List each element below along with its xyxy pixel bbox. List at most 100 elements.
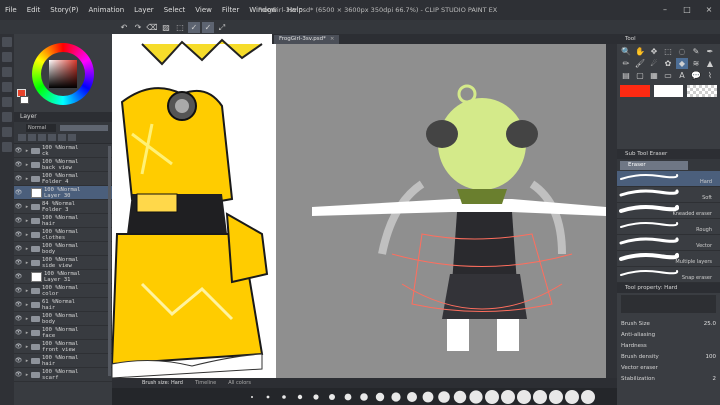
move-icon[interactable]: ✥	[648, 46, 660, 57]
tool-property-row[interactable]: Brush Size 25.0	[621, 318, 716, 329]
pencil-icon[interactable]: ✏	[620, 58, 632, 69]
expand-chevron-icon[interactable]: ▸	[23, 316, 31, 322]
visibility-eye-icon[interactable]: 👁	[14, 329, 23, 336]
new-layer-icon[interactable]	[18, 134, 26, 141]
pen-tool-icon[interactable]	[2, 82, 12, 92]
tool-property-row[interactable]: Brush density 100	[621, 351, 716, 362]
layer-row[interactable]: 👁 ▸ 84 %Normal Folder 3	[14, 200, 112, 214]
brush-size-dot[interactable]	[549, 390, 563, 404]
drawing-color-swatch[interactable]	[620, 85, 650, 97]
saturation-value-square[interactable]	[49, 60, 77, 88]
brush-size-dot[interactable]	[453, 390, 467, 404]
visibility-eye-icon[interactable]: 👁	[14, 147, 23, 154]
tool-property-row[interactable]: Vector eraser	[621, 362, 716, 373]
layer-row[interactable]: 👁 ▸ 100 %Normal Folder 4	[14, 172, 112, 186]
gradient-icon[interactable]: ▤	[620, 70, 632, 81]
marker-icon[interactable]: ✓	[202, 21, 214, 33]
visibility-eye-icon[interactable]: 👁	[14, 217, 23, 224]
marquee-icon[interactable]: ⬚	[662, 46, 674, 57]
delete-layer-icon[interactable]	[68, 134, 76, 141]
fill-icon[interactable]: ▲	[704, 58, 716, 69]
maximize-button[interactable]: □	[676, 0, 698, 18]
subtool-tab-eraser[interactable]: Eraser	[620, 161, 688, 170]
layer-row[interactable]: 👁 100 %Normal Layer 31	[14, 270, 112, 284]
brush-size-dot[interactable]	[407, 392, 417, 402]
brush-size-dot[interactable]	[533, 390, 547, 404]
canvas-vertical-scrollbar[interactable]	[606, 44, 617, 378]
menu-filter[interactable]: Filter	[217, 6, 244, 14]
pen-icon[interactable]: ✓	[188, 21, 200, 33]
text-tool-icon[interactable]	[2, 142, 12, 152]
layer-row[interactable]: 👁 ▸ 100 %Normal hair	[14, 354, 112, 368]
expand-chevron-icon[interactable]: ▸	[23, 358, 31, 364]
select-tool-icon[interactable]	[2, 67, 12, 77]
undo-icon[interactable]: ↶	[118, 22, 130, 33]
expand-chevron-icon[interactable]: ▸	[23, 218, 31, 224]
sub-color-swatch[interactable]	[20, 96, 29, 104]
layer-row[interactable]: 👁 100 %Normal Layer 30	[14, 186, 112, 200]
clip-icon[interactable]	[38, 134, 46, 141]
layer-row[interactable]: 👁 ▸ 100 %Normal face	[14, 326, 112, 340]
visibility-eye-icon[interactable]: 👁	[14, 161, 23, 168]
brush-tool-icon[interactable]	[2, 97, 12, 107]
selection-icon[interactable]: ⬚	[174, 22, 186, 33]
brush-size-dot[interactable]	[266, 395, 270, 399]
brush-size-dot[interactable]	[375, 392, 385, 402]
layer-scrollbar[interactable]	[108, 146, 111, 376]
expand-chevron-icon[interactable]: ▸	[23, 372, 31, 378]
tool-property-row[interactable]: Anti-aliasing	[621, 329, 716, 340]
expand-chevron-icon[interactable]: ▸	[23, 232, 31, 238]
minimize-button[interactable]: –	[654, 0, 676, 18]
brush-size-dot[interactable]	[581, 390, 595, 404]
visibility-eye-icon[interactable]: 👁	[14, 287, 23, 294]
zoom-icon[interactable]: 🔍	[620, 46, 632, 57]
layer-row[interactable]: 👁 ▸ 100 %Normal body	[14, 312, 112, 326]
subtool-brush-item[interactable]: Snap eraser	[617, 267, 720, 283]
blend-icon[interactable]: ≋	[690, 58, 702, 69]
brush-size-dot[interactable]	[313, 394, 319, 400]
tool-property-row[interactable]: Hardness	[621, 340, 716, 351]
brush-size-dot[interactable]	[297, 394, 303, 400]
pen-icon[interactable]: ✒	[704, 46, 716, 57]
visibility-eye-icon[interactable]: 👁	[14, 245, 23, 252]
transparent-color-swatch[interactable]	[687, 85, 718, 97]
tool-property-row[interactable]: Stabilization 2	[621, 373, 716, 384]
brush-size-dot[interactable]	[485, 390, 499, 404]
layer-row[interactable]: 👁 ▸ 61 %Normal hair	[14, 298, 112, 312]
layer-row[interactable]: 👁 ▸ 100 %Normal hair	[14, 214, 112, 228]
subtool-brush-item[interactable]: Kneaded eraser	[617, 203, 720, 219]
clear-icon[interactable]: ⌫	[146, 22, 158, 33]
opacity-slider[interactable]	[60, 125, 108, 131]
layer-row[interactable]: 👁 ▸ 100 %Normal front view	[14, 340, 112, 354]
menu-edit[interactable]: Edit	[22, 6, 46, 14]
main-canvas[interactable]	[272, 44, 606, 378]
menu-file[interactable]: File	[0, 6, 22, 14]
move-tool-icon[interactable]	[2, 37, 12, 47]
subtool-brush-item[interactable]: Multiple layers	[617, 251, 720, 267]
brush-size-dot[interactable]	[282, 395, 286, 399]
redo-icon[interactable]: ↷	[132, 22, 144, 33]
lasso-icon[interactable]: ◌	[676, 46, 688, 57]
visibility-eye-icon[interactable]: 👁	[14, 259, 23, 266]
expand-chevron-icon[interactable]: ▸	[23, 176, 31, 182]
eyedropper-icon[interactable]: ✎	[690, 46, 702, 57]
layer-row[interactable]: 👁 ▸ 100 %Normal back view	[14, 158, 112, 172]
blend-mode-select[interactable]: Normal	[26, 124, 56, 132]
brush-size-dot[interactable]	[344, 393, 352, 401]
figure-icon[interactable]: ▢	[634, 70, 646, 81]
close-button[interactable]: ×	[698, 0, 720, 18]
expand-chevron-icon[interactable]: ▸	[23, 162, 31, 168]
visibility-eye-icon[interactable]: 👁	[14, 343, 23, 350]
fill-icon[interactable]: ▨	[160, 22, 172, 33]
visibility-eye-icon[interactable]: 👁	[14, 315, 23, 322]
visibility-eye-icon[interactable]: 👁	[14, 231, 23, 238]
property-value[interactable]: 2	[713, 376, 717, 382]
subtool-brush-item[interactable]: Hard	[617, 171, 720, 187]
correct-line-icon[interactable]: ⌇	[704, 70, 716, 81]
property-value[interactable]: 25.0	[704, 321, 716, 327]
expand-chevron-icon[interactable]: ▸	[23, 246, 31, 252]
side-view-canvas[interactable]	[112, 34, 272, 378]
expand-chevron-icon[interactable]: ▸	[23, 330, 31, 336]
fill-tool-icon[interactable]	[2, 127, 12, 137]
subtool-brush-item[interactable]: Vector	[617, 235, 720, 251]
